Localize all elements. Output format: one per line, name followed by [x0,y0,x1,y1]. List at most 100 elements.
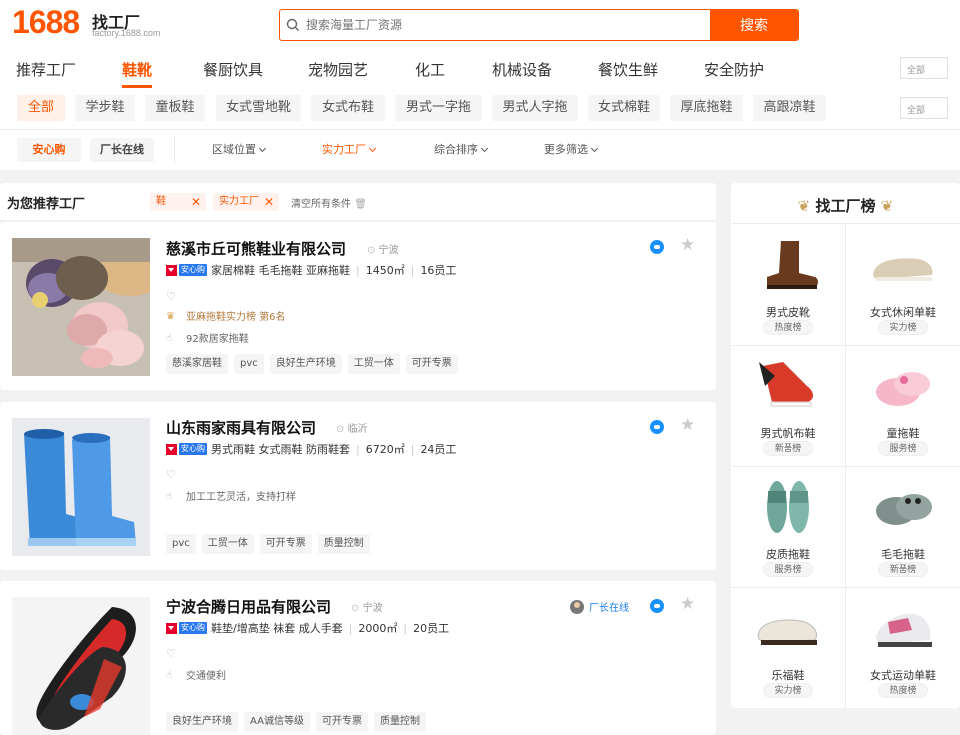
tab-pets-garden[interactable]: 宠物园艺 [308,59,368,80]
anxin-badge: 安心购 [179,622,207,634]
sub-all[interactable]: 全部 [17,95,65,121]
sub-toddler-shoes[interactable]: 学步鞋 [75,95,135,121]
sub-cotton-shoes[interactable]: 女式棉鞋 [588,95,660,121]
online-status[interactable]: 厂长在线 [570,599,629,614]
tag[interactable]: 慈溪家居鞋 [166,354,228,374]
tag[interactable]: AA诚信等级 [244,712,310,732]
close-icon[interactable]: ✕ [191,193,201,211]
tag[interactable]: 工贸一体 [201,534,254,554]
chat-icon[interactable] [650,599,664,613]
taobao-badge-icon [166,443,177,455]
factory-card[interactable]: 山东雨家雨具有限公司 ⊙ 临沂 安心购 男式雨鞋 女式雨鞋 防雨鞋套 | 672… [0,402,716,570]
sub-cloth-shoes[interactable]: 女式布鞋 [311,95,385,121]
sub-kids-sneakers[interactable]: 童板鞋 [145,95,205,121]
tag[interactable]: 良好生产环境 [166,712,238,732]
product-image[interactable] [12,238,150,376]
separator: | [403,621,408,635]
ranking-panel: ❦ 找工厂榜 ❦ 男式皮靴 热度榜 女式休闲单鞋 实力榜 男式帆布鞋 新품榜 童… [731,183,960,708]
tab-recommended[interactable]: 推荐工厂 [16,59,76,80]
avatar [570,599,584,614]
laurel-right-icon: ❦ [880,197,894,215]
chat-icon[interactable] [650,240,664,254]
rank-item[interactable]: 女式休闲单鞋 实力榜 [846,225,960,345]
heart-icon[interactable]: ♡ [166,647,176,660]
sub-snow-boots[interactable]: 女式雪地靴 [216,95,301,121]
subcategory-bar: 全部 学步鞋 童板鞋 女式雪地靴 女式布鞋 男式一字拖 男式人字拖 女式棉鞋 厚… [0,95,890,121]
factory-card[interactable]: 慈溪市丘可熊鞋业有限公司 ⊙ 宁波 安心购 家居棉鞋 毛毛拖鞋 亚麻拖鞋 | 1… [0,222,716,390]
region-filter[interactable]: 区域位置 [212,138,267,162]
favorite-row: ♡ [166,468,176,481]
search-input[interactable] [306,10,710,40]
tab-shoes[interactable]: 鞋靴 [122,59,153,88]
product-image[interactable] [12,418,150,556]
tag[interactable]: 可开专票 [315,712,368,732]
separator: | [356,442,360,456]
rank-item-name: 男式皮靴 [766,306,810,319]
thumb-icon: ☝ [166,490,173,502]
tag[interactable]: 质量控制 [373,712,426,732]
tag[interactable]: 可开专票 [405,354,458,374]
tab-chemical[interactable]: 化工 [415,59,445,80]
sort-filter[interactable]: 综合排序 [434,138,489,162]
rank-item-name: 乐福鞋 [771,669,805,682]
filter-divider [174,136,175,164]
tab-kitchenware[interactable]: 餐厨饮具 [203,59,263,80]
rank-item[interactable]: 女式运动单鞋 热度榜 [846,588,960,708]
category-all-dropdown[interactable]: 全部 [900,57,948,79]
logo-number[interactable]: 1688 [12,4,80,41]
sub-slides[interactable]: 男式一字拖 [395,95,482,121]
star-icon[interactable]: ★ [680,235,695,255]
heart-icon[interactable]: ♡ [166,468,176,481]
more-filter[interactable]: 更多筛选 [544,138,599,162]
clear-filters-button[interactable]: 清空所有条件 🗑 [291,195,367,210]
running-shoe-icon [876,613,932,647]
tag[interactable]: 质量控制 [317,534,370,554]
rank-badge: 新품榜 [878,562,928,577]
sub-heel-sandals[interactable]: 高跟凉鞋 [753,95,826,121]
factory-name[interactable]: 山东雨家雨具有限公司 [166,417,316,438]
product-image[interactable] [12,597,150,735]
location: ⊙ 宁波 [351,599,383,614]
rank-item[interactable]: 乐福鞋 实力榜 [731,588,845,708]
tab-food[interactable]: 餐饮生鲜 [598,59,658,80]
rank-item[interactable]: 男式帆布鞋 新품榜 [731,346,845,466]
rank-item[interactable]: 童拖鞋 服务榜 [846,346,960,466]
heart-icon[interactable]: ♡ [166,290,176,303]
more-filter-label: 更多筛选 [544,143,588,156]
factory-info: 安心购 男式雨鞋 女式雨鞋 防雨鞋套 | 6720㎡ | 24员工 [166,441,456,457]
factory-card[interactable]: 宁波合腾日用品有限公司 ⊙ 宁波 厂长在线 安心购 鞋垫/增高垫 袜套 成人手套… [0,581,716,735]
tab-machinery[interactable]: 机械设备 [492,59,552,80]
close-icon[interactable]: ✕ [264,193,274,211]
rank-item[interactable]: 男式皮靴 热度榜 [731,225,845,345]
rank-item[interactable]: 皮质拖鞋 服务榜 [731,467,845,587]
staff-count: 16员工 [420,264,457,277]
factory-area: 2000㎡ [358,622,398,635]
star-icon[interactable]: ★ [680,594,695,614]
rank-badge: 实力榜 [763,683,813,698]
search-button[interactable]: 搜索 [710,10,798,40]
chat-icon[interactable] [650,420,664,434]
tab-safety[interactable]: 安全防护 [704,59,764,80]
strength-filter[interactable]: 实力工厂 [322,138,377,162]
tag[interactable]: 良好生产环境 [269,354,342,374]
chevron-down-icon [258,144,267,153]
anxin-filter[interactable]: 安心购 [17,138,81,162]
subcategory-all-dropdown[interactable]: 全部 [900,97,948,119]
star-icon[interactable]: ★ [680,415,695,435]
factory-name[interactable]: 慈溪市丘可熊鞋业有限公司 [166,238,346,259]
rank-item[interactable]: 毛毛拖鞋 新품榜 [846,467,960,587]
rank-row[interactable]: ♛ 亚麻拖鞋实力榜 第6名 [166,308,286,324]
online-filter[interactable]: 厂长在线 [90,138,154,162]
factory-name[interactable]: 宁波合腾日用品有限公司 [166,596,331,617]
tag[interactable]: pvc [166,534,196,554]
thumb-icon: ☝ [166,332,173,344]
tag[interactable]: 可开专票 [259,534,312,554]
tag[interactable]: 工贸一体 [347,354,400,374]
sub-flipflops[interactable]: 男式人字拖 [492,95,578,121]
sub-platform-slippers[interactable]: 厚底拖鞋 [670,95,743,121]
category-nav: 推荐工厂 鞋靴 餐厨饮具 宠物园艺 化工 机械设备 餐饮生鲜 安全防护 [0,56,890,88]
laurel-left-icon: ❦ [797,197,811,215]
online-label: 厂长在线 [589,603,629,614]
tag[interactable]: pvc [234,354,264,374]
factory-area: 6720㎡ [365,443,405,456]
